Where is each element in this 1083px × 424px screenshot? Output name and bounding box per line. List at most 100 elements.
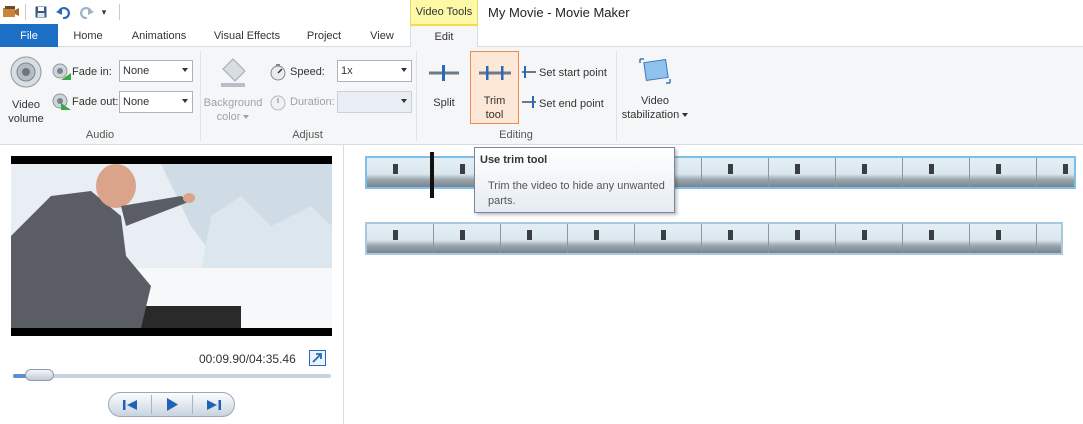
- clip-thumbnail-frame: [367, 158, 434, 187]
- playhead-indicator[interactable]: [430, 152, 434, 198]
- editing-group-label: Editing: [499, 129, 533, 141]
- seek-slider-thumb[interactable]: [24, 369, 54, 381]
- frame-figure: [862, 230, 867, 240]
- chevron-down-icon: [682, 113, 689, 118]
- clip-thumbnail-frame: [702, 224, 769, 253]
- clip-thumbnail-frame: [501, 224, 568, 253]
- group-divider: [416, 51, 417, 141]
- frame-figure: [929, 230, 934, 240]
- speed-select[interactable]: 1x: [337, 60, 412, 82]
- speed-icon: [268, 63, 288, 84]
- background-color-label-line1: Background: [203, 97, 263, 109]
- clip-thumbnail-frame: [970, 158, 1037, 187]
- frame-figure: [527, 230, 532, 240]
- tooltip-title: Use trim tool: [480, 154, 548, 166]
- chevron-down-icon: [182, 68, 188, 72]
- clip-thumbnail-frame: [702, 158, 769, 187]
- tab-edit[interactable]: Edit: [410, 24, 478, 48]
- fade-out-value: None: [123, 96, 150, 108]
- split-icon: [429, 65, 459, 81]
- video-tools-context-label: Video Tools: [410, 0, 478, 24]
- video-frame-image: [11, 156, 332, 336]
- split-button[interactable]: Split: [424, 62, 464, 110]
- save-icon[interactable]: [33, 4, 49, 20]
- trim-tool-label-line2: tool: [485, 109, 504, 121]
- clip-thumbnail-frame: [836, 224, 903, 253]
- chevron-down-icon: [182, 99, 188, 103]
- seek-track[interactable]: [13, 374, 331, 378]
- clip-thumbnail-frame: [970, 224, 1037, 253]
- duration-select[interactable]: [337, 91, 412, 113]
- ribbon-tabs: File Home Animations Visual Effects Proj…: [0, 24, 1083, 48]
- toolbar-divider: [25, 4, 26, 20]
- speed-label: Speed:: [290, 66, 325, 78]
- video-volume-label-line1: Video: [12, 99, 40, 111]
- redo-icon[interactable]: [79, 4, 95, 20]
- clip-thumbnail-frame: [903, 158, 970, 187]
- fade-in-icon: [51, 63, 71, 84]
- app-icon[interactable]: [0, 4, 22, 20]
- video-volume-label-line2: volume: [8, 113, 44, 125]
- play-button[interactable]: [152, 393, 192, 416]
- customize-toolbar-icon[interactable]: ▾: [99, 4, 109, 20]
- stabilization-icon: [639, 58, 671, 84]
- clip-thumbnail-frame: [836, 158, 903, 187]
- fade-in-value: None: [123, 65, 150, 77]
- clip-thumbnail-frame: [367, 224, 434, 253]
- timeline-clip-1[interactable]: [365, 156, 1076, 189]
- clip-thumbnail-frame: [568, 224, 635, 253]
- tab-animations[interactable]: Animations: [124, 24, 194, 47]
- frame-figure: [1063, 164, 1068, 174]
- toolbar-divider: [119, 4, 120, 20]
- clip-thumbnail-frame: [769, 224, 836, 253]
- fade-in-select[interactable]: None: [119, 60, 193, 82]
- tab-view[interactable]: View: [360, 24, 404, 47]
- fade-in-label: Fade in:: [72, 66, 112, 78]
- play-icon: [167, 398, 178, 411]
- clip-thumbnail-frame: [434, 224, 501, 253]
- frame-figure: [661, 230, 666, 240]
- tab-home[interactable]: Home: [64, 24, 112, 47]
- background-color-button[interactable]: Background color: [202, 55, 264, 124]
- expand-preview-icon[interactable]: [309, 350, 326, 366]
- duration-label: Duration:: [290, 96, 335, 108]
- frame-figure: [460, 230, 465, 240]
- video-preview[interactable]: [11, 156, 332, 336]
- trim-tool-button[interactable]: Trim tool: [470, 51, 519, 124]
- tab-file[interactable]: File: [0, 24, 58, 47]
- tab-project[interactable]: Project: [298, 24, 350, 47]
- fade-out-icon: [51, 93, 71, 114]
- timeline-clip-2[interactable]: [365, 222, 1063, 255]
- chevron-down-icon: [401, 68, 407, 72]
- video-volume-button[interactable]: Video volume: [4, 55, 48, 126]
- next-frame-button[interactable]: [193, 393, 234, 416]
- clip-thumbnail-frame: [903, 224, 970, 253]
- fade-out-select[interactable]: None: [119, 91, 193, 113]
- set-end-point-icon: [521, 96, 537, 111]
- clip-thumbnail-frame: [769, 158, 836, 187]
- window-title: My Movie - Movie Maker: [488, 5, 630, 20]
- split-label: Split: [433, 97, 455, 109]
- frame-figure: [795, 164, 800, 174]
- tab-visual-effects[interactable]: Visual Effects: [207, 24, 287, 47]
- frame-figure: [862, 164, 867, 174]
- playback-time: 00:09.90/04:35.46: [199, 352, 296, 366]
- adjust-group-label: Adjust: [292, 129, 323, 141]
- set-start-point-icon: [521, 66, 537, 81]
- frame-figure: [393, 230, 398, 240]
- previous-frame-button[interactable]: [109, 393, 151, 416]
- tooltip-body: Trim the video to hide any unwanted part…: [488, 180, 665, 207]
- video-stabilization-button[interactable]: Video stabilization: [620, 55, 690, 122]
- frame-figure: [728, 164, 733, 174]
- speed-value: 1x: [341, 65, 353, 77]
- undo-icon[interactable]: [55, 4, 71, 20]
- set-start-point-button[interactable]: Set start point: [539, 67, 607, 79]
- clip-thumbnail-frame: [1037, 158, 1074, 187]
- group-divider: [200, 51, 201, 141]
- frame-figure: [393, 164, 398, 174]
- frame-figure: [996, 164, 1001, 174]
- trim-tool-tooltip: Use trim tool Trim the video to hide any…: [474, 147, 675, 213]
- set-end-point-button[interactable]: Set end point: [539, 98, 604, 110]
- trim-icon: [479, 66, 511, 80]
- frame-figure: [929, 164, 934, 174]
